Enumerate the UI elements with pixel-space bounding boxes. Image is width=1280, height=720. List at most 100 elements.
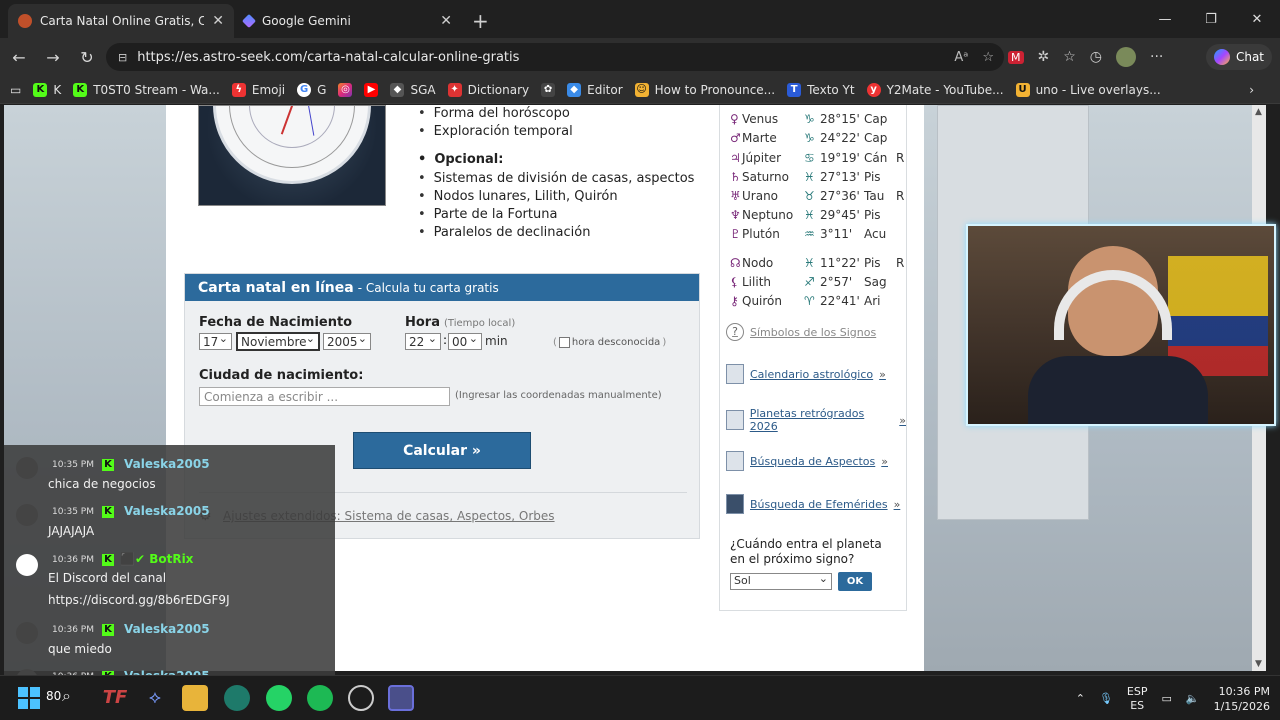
hour-select[interactable]: 22 bbox=[405, 332, 441, 350]
more-menu-icon[interactable]: ··· bbox=[1150, 49, 1163, 65]
feature-item: Sistemas de división de casas, aspectos bbox=[418, 170, 695, 188]
language-indicator[interactable]: ESP ES bbox=[1127, 685, 1148, 713]
ok-button[interactable]: OK bbox=[838, 572, 872, 591]
form-subtitle: - Calcula tu carta gratis bbox=[357, 280, 499, 295]
bookmark-label: T0ST0 Stream - Wa... bbox=[93, 82, 220, 97]
file-explorer-icon[interactable] bbox=[182, 685, 208, 711]
question-icon: ? bbox=[726, 323, 744, 341]
scroll-up-icon[interactable]: ▲ bbox=[1255, 107, 1262, 117]
extensions-icon[interactable]: ✲ bbox=[1038, 49, 1050, 65]
retrograde-flag: R bbox=[896, 151, 905, 165]
close-tab-icon[interactable]: ✕ bbox=[212, 13, 224, 29]
reload-icon[interactable]: ↻ bbox=[70, 48, 104, 67]
planet-symbol-icon: ☊ bbox=[730, 256, 741, 270]
bookmark-dictionary[interactable]: ✦ Dictionary bbox=[447, 82, 529, 97]
close-window-icon[interactable]: ✕ bbox=[1234, 12, 1280, 27]
bookmarks-overflow-icon[interactable]: › bbox=[1249, 83, 1254, 97]
aspects-icon bbox=[726, 451, 744, 471]
planet-degree: 27°13' bbox=[820, 170, 860, 184]
sidebar-toggle-icon[interactable]: ▭ bbox=[10, 83, 21, 97]
planet-symbol-icon: ⚸ bbox=[730, 275, 739, 289]
bookmark-pronounce[interactable]: ☺ How to Pronounce... bbox=[634, 82, 775, 97]
bookmark-tosto[interactable]: K T0ST0 Stream - Wa... bbox=[73, 82, 220, 97]
volume-icon[interactable]: 🔈 bbox=[1186, 692, 1200, 705]
scroll-down-icon[interactable]: ▼ bbox=[1255, 659, 1262, 669]
back-icon[interactable]: ← bbox=[2, 48, 36, 67]
bookmark-label: Texto Yt bbox=[807, 82, 855, 97]
aspects-text: Búsqueda de Aspectos bbox=[750, 454, 876, 468]
tf-app-icon[interactable]: TF bbox=[102, 685, 128, 711]
bookmark-texto-yt[interactable]: T Texto Yt bbox=[787, 82, 855, 97]
whatsapp-icon[interactable] bbox=[266, 685, 292, 711]
ephemeris-search-link[interactable]: Búsqueda de Efemérides » bbox=[726, 494, 900, 514]
aspects-search-link[interactable]: Búsqueda de Aspectos » bbox=[726, 451, 888, 471]
address-bar[interactable]: ⊟ https://es.astro-seek.com/carta-natal-… bbox=[106, 43, 1004, 71]
calculate-button[interactable]: Calcular » bbox=[353, 432, 531, 469]
new-tab-button[interactable]: + bbox=[472, 4, 489, 38]
planet-name: Saturno bbox=[742, 170, 789, 184]
uno-icon: U bbox=[1015, 82, 1030, 97]
sign-symbols-link[interactable]: ? Símbolos de los Signos bbox=[726, 323, 876, 341]
extension-red-icon[interactable]: M bbox=[1008, 50, 1024, 64]
dev-app-icon[interactable]: ⟡ bbox=[142, 685, 168, 711]
favorites-icon[interactable]: ☆ bbox=[1063, 49, 1076, 65]
site-info-icon[interactable]: ⊟ bbox=[118, 51, 127, 64]
zodiac-sign-icon: ♈ bbox=[804, 294, 815, 308]
copilot-chat-button[interactable]: Chat bbox=[1205, 44, 1272, 70]
planet-row: ♆ Neptuno ♓ 29°45' Pis bbox=[730, 208, 908, 222]
history-icon[interactable]: ◷ bbox=[1090, 49, 1102, 65]
obs-icon[interactable] bbox=[348, 685, 374, 711]
tray-overflow-icon[interactable]: ⌃ bbox=[1076, 692, 1085, 705]
clock[interactable]: 10:36 PM 1/15/2026 bbox=[1214, 684, 1270, 714]
microphone-icon[interactable]: 🎙 bbox=[1099, 692, 1113, 705]
bookmark-y2mate[interactable]: y Y2Mate - YouTube... bbox=[866, 82, 1004, 97]
windows-start-icon[interactable] bbox=[18, 687, 40, 709]
month-select[interactable]: Noviembre bbox=[236, 332, 320, 351]
start-tile bbox=[18, 699, 28, 709]
edge-browser-icon[interactable] bbox=[224, 685, 250, 711]
tab-astro-seek[interactable]: Carta Natal Online Gratis, Calcula t ✕ bbox=[8, 4, 234, 38]
minute-select[interactable]: 00 bbox=[448, 332, 482, 350]
planet-symbol-icon: ⚷ bbox=[730, 294, 739, 308]
year-select[interactable]: 2005 bbox=[323, 332, 371, 350]
manual-coordinates-link[interactable]: (Ingresar las coordenadas manualmente) bbox=[455, 390, 662, 401]
minimize-icon[interactable]: — bbox=[1142, 12, 1188, 27]
url-text[interactable]: https://es.astro-seek.com/carta-natal-ca… bbox=[137, 50, 519, 65]
feature-item: Nodos lunares, Lilith, Quirón bbox=[418, 188, 694, 206]
clock-time: 10:36 PM bbox=[1218, 684, 1270, 698]
network-icon[interactable]: ▭ bbox=[1161, 692, 1171, 705]
planet-select[interactable]: Sol bbox=[730, 572, 832, 590]
retrograde-flag bbox=[896, 275, 908, 289]
unknown-hour-checkbox[interactable]: (hora desconocida) bbox=[553, 337, 666, 348]
bookmark-instagram[interactable]: ◎ bbox=[338, 82, 353, 97]
forward-icon[interactable]: → bbox=[36, 48, 70, 67]
bookmark-k[interactable]: KK bbox=[33, 82, 61, 97]
bookmark-openai[interactable]: ✿ bbox=[541, 82, 556, 97]
profile-avatar[interactable] bbox=[1116, 47, 1137, 67]
bookmark-google[interactable]: GG bbox=[297, 82, 326, 97]
checkbox-box[interactable] bbox=[558, 337, 570, 348]
kick-icon: K bbox=[73, 82, 88, 97]
bookmark-youtube[interactable]: ▶ bbox=[364, 82, 379, 97]
tab-gemini[interactable]: Google Gemini ✕ bbox=[234, 4, 462, 38]
chat-link[interactable]: https://discord.gg/8b6rEDGF9J bbox=[48, 593, 230, 607]
paren-open: ( bbox=[553, 337, 557, 348]
search-icon[interactable]: ⌕ bbox=[62, 686, 71, 706]
day-select[interactable]: 17 bbox=[199, 332, 232, 350]
bookmark-uno[interactable]: Uuno - Live overlays... bbox=[1015, 82, 1161, 97]
planet-row: ♃ Júpiter ♋ 19°19' Cán R bbox=[730, 151, 908, 165]
close-tab-icon[interactable]: ✕ bbox=[440, 13, 452, 29]
read-aloud-icon[interactable]: Aᵃ bbox=[954, 50, 968, 65]
spotify-icon[interactable] bbox=[307, 685, 333, 711]
optional-label: Opcional: bbox=[434, 152, 504, 167]
bookmark-editor[interactable]: ◆ Editor bbox=[567, 82, 623, 97]
astro-calendar-link[interactable]: Calendario astrológico » bbox=[726, 364, 886, 384]
bookmark-sga[interactable]: ◆ SGA bbox=[390, 82, 436, 97]
retrograde-planets-link[interactable]: Planetas retrógrados 2026 » bbox=[726, 407, 906, 433]
city-input[interactable]: Comienza a escribir ... bbox=[199, 387, 450, 406]
favorite-star-icon[interactable]: ☆ bbox=[982, 50, 994, 65]
notepad-icon[interactable] bbox=[388, 685, 414, 711]
bookmark-emoji[interactable]: ϟ Emoji bbox=[231, 82, 285, 97]
weather-widget[interactable]: 80 bbox=[46, 689, 61, 703]
maximize-icon[interactable]: ❐ bbox=[1188, 12, 1234, 27]
